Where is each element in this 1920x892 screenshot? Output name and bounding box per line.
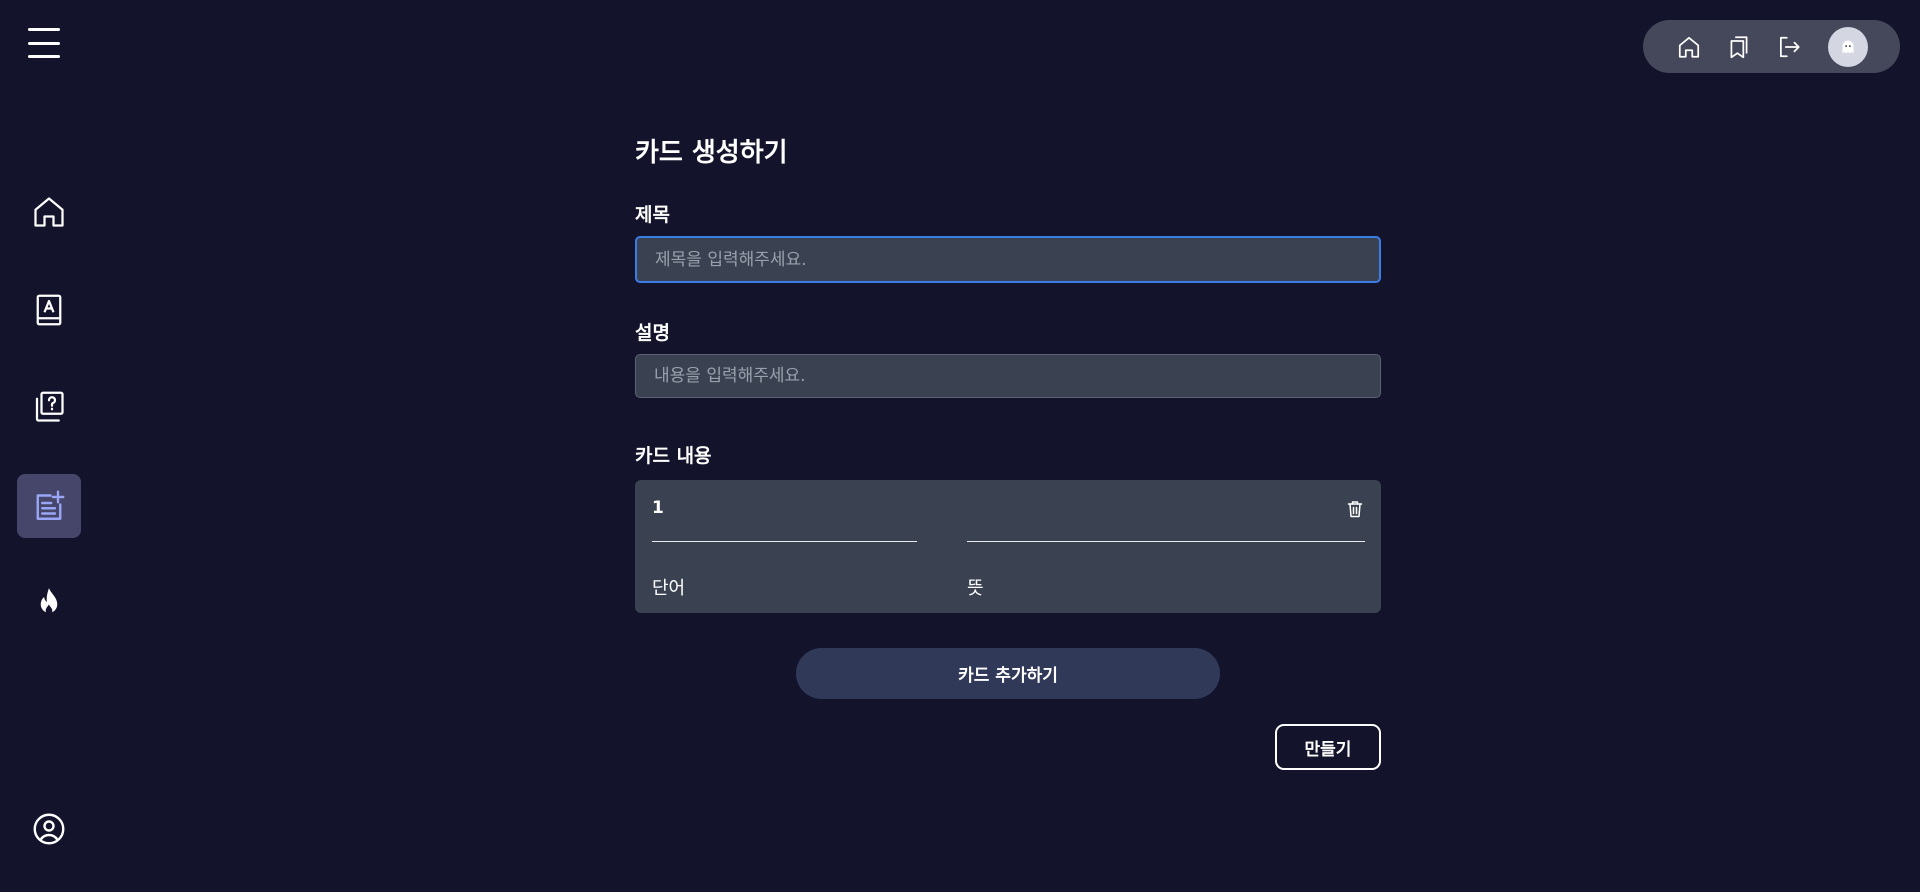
- create-button[interactable]: 만들기: [1275, 724, 1381, 770]
- word-label: 단어: [652, 578, 686, 599]
- sidebar-item-wordbook[interactable]: [17, 278, 81, 342]
- question-stack-icon: [35, 391, 64, 422]
- sidebar-item-create-card[interactable]: [17, 474, 81, 538]
- card-item: 1 단어 뜻: [635, 480, 1381, 613]
- card-content-label: 카드 내용: [635, 445, 712, 467]
- meaning-field[interactable]: [967, 514, 1365, 542]
- sidebar-item-home[interactable]: [17, 180, 81, 244]
- meaning-label: 뜻: [967, 578, 984, 599]
- avatar[interactable]: [1828, 26, 1868, 67]
- sidebar-item-trending[interactable]: [17, 571, 81, 635]
- top-action-bar: [1643, 20, 1900, 73]
- book-letter-icon: [36, 294, 62, 326]
- word-field[interactable]: [652, 514, 917, 542]
- bookmark-icon: [1730, 35, 1748, 58]
- home-icon: [34, 197, 64, 227]
- top-logout-button[interactable]: [1775, 33, 1803, 61]
- title-input[interactable]: [635, 236, 1381, 283]
- description-label: 설명: [635, 322, 670, 344]
- sidebar: [0, 0, 98, 892]
- title-label: 제목: [635, 204, 670, 226]
- page-title: 카드 생성하기: [635, 138, 788, 168]
- logout-icon: [1780, 36, 1800, 57]
- top-bookmark-button[interactable]: [1725, 33, 1753, 61]
- user-circle-icon: [33, 813, 65, 845]
- top-home-button[interactable]: [1675, 33, 1703, 61]
- note-add-icon: [36, 490, 65, 520]
- add-card-button[interactable]: 카드 추가하기: [796, 648, 1220, 699]
- word-input[interactable]: [652, 514, 917, 541]
- home-icon: [1678, 36, 1700, 58]
- sidebar-item-profile[interactable]: [17, 797, 81, 861]
- menu-icon[interactable]: [28, 28, 60, 58]
- description-input[interactable]: [635, 354, 1381, 398]
- ghost-icon: [1842, 40, 1854, 53]
- sidebar-item-quiz[interactable]: [17, 375, 81, 439]
- meaning-input[interactable]: [967, 514, 1365, 541]
- flame-icon: [40, 588, 58, 615]
